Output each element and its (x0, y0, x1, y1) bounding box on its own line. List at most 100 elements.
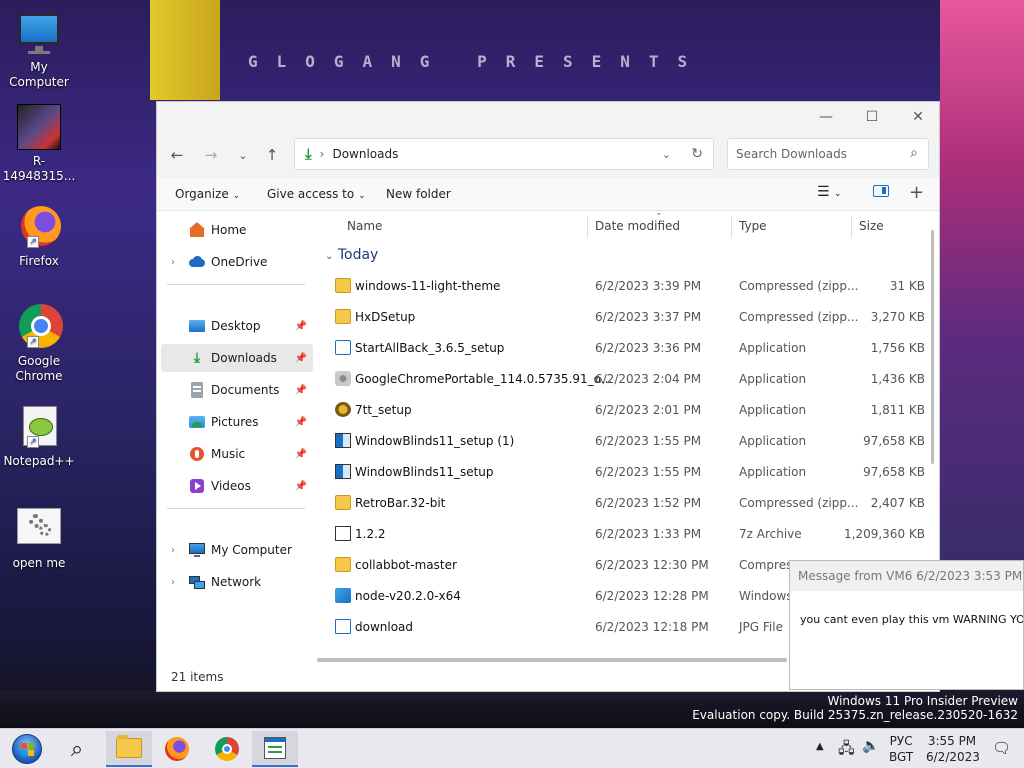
sidebar-item-onedrive[interactable]: › OneDrive (161, 248, 313, 276)
desktop-icon-notepadpp[interactable]: ↗ Notepad++ (0, 404, 78, 469)
search-icon: ⌕ (910, 145, 918, 161)
pin-icon[interactable]: 📌 (295, 353, 307, 364)
taskbar-notepad[interactable] (252, 731, 298, 767)
start-button[interactable] (4, 731, 50, 767)
file-name: download (355, 620, 414, 634)
back-button[interactable]: ← (165, 144, 189, 166)
taskbar-chrome[interactable] (204, 731, 250, 767)
language-indicator[interactable]: РУС BGT (889, 733, 913, 768)
search-input[interactable]: Search Downloads (736, 147, 847, 161)
breadcrumb-downloads[interactable]: Downloads (332, 147, 398, 161)
column-divider[interactable] (731, 216, 732, 238)
file-date: 6/2/2023 3:39 PM (595, 279, 702, 293)
recent-locations-button[interactable]: ⌄ (231, 144, 255, 166)
image-file-icon (335, 619, 351, 634)
maximize-button[interactable]: ☐ (849, 102, 895, 132)
taskbar-file-explorer[interactable] (106, 731, 152, 767)
column-header-name[interactable]: Name (347, 212, 382, 240)
file-row[interactable]: windows-11-light-theme 6/2/2023 3:39 PM Co… (317, 271, 939, 302)
sidebar-item-my-computer[interactable]: › My Computer (161, 536, 313, 564)
desktop-icon-firefox[interactable]: ↗ Firefox (0, 204, 78, 269)
pin-icon[interactable]: 📌 (295, 417, 307, 428)
file-row[interactable]: GoogleChromePortable_114.0.5735.91_o... 6… (317, 364, 939, 395)
clock[interactable]: 3:55 PM 6/2/2023 (926, 733, 980, 768)
file-size: 3,270 KB (870, 310, 925, 324)
more-button[interactable]: + (909, 182, 924, 203)
chrome-icon: ↗ (15, 304, 63, 352)
refresh-icon[interactable]: ↻ (691, 146, 703, 162)
desktop-icon (189, 318, 205, 334)
sidebar-item-home[interactable]: Home (161, 216, 313, 244)
notepad-icon (264, 737, 286, 759)
view-options-button[interactable]: ☰ ⌄ (817, 184, 842, 200)
computer-icon (189, 542, 205, 558)
expand-chevron-icon[interactable]: › (171, 577, 189, 588)
column-header-type[interactable]: Type (739, 212, 767, 240)
zip-folder-icon (335, 557, 351, 572)
message-popup[interactable]: Message from VM6 6/2/2023 3:53 PM you ca… (789, 560, 1024, 690)
plus-icon: + (909, 182, 925, 203)
search-box[interactable]: Search Downloads ⌕ (727, 138, 929, 170)
column-divider[interactable] (587, 216, 588, 238)
file-size: 97,658 KB (863, 434, 925, 448)
pin-icon[interactable]: 📌 (295, 481, 307, 492)
setup-icon (335, 402, 351, 417)
column-header-size[interactable]: Size (859, 212, 884, 240)
network-icon: 🖧 (838, 739, 855, 757)
file-row[interactable]: RetroBar.32-bit 6/2/2023 1:52 PM Compresse… (317, 488, 939, 519)
preview-pane-button[interactable] (873, 185, 889, 200)
address-bar[interactable]: ⤓ › Downloads ⌄ ↻ (294, 138, 714, 170)
sidebar-item-desktop[interactable]: Desktop 📌 (161, 312, 313, 340)
search-taskbar-button[interactable]: ⌕ (54, 731, 100, 767)
minimize-button[interactable]: — (803, 102, 849, 132)
file-date: 6/2/2023 2:04 PM (595, 372, 702, 386)
desktop-icon-album[interactable]: R-14948315... (0, 104, 78, 184)
pin-icon[interactable]: 📌 (295, 385, 307, 396)
horizontal-scrollbar[interactable] (317, 658, 787, 662)
file-row[interactable]: 7tt_setup 6/2/2023 2:01 PM Application 1,81… (317, 395, 939, 426)
desktop-icon-my-computer[interactable]: My Computer (0, 10, 78, 90)
pictures-icon (189, 414, 205, 430)
music-icon (189, 446, 205, 462)
up-button[interactable]: ↑ (260, 144, 284, 166)
file-row[interactable]: StartAllBack_3.6.5_setup 6/2/2023 3:36 PM… (317, 333, 939, 364)
sidebar-item-music[interactable]: Music 📌 (161, 440, 313, 468)
group-header-today[interactable]: ⌄ Today (325, 247, 378, 263)
organize-menu[interactable]: Organize ⌄ (175, 187, 240, 201)
volume-tray-icon[interactable]: 🔈 (862, 738, 879, 768)
file-size: 1,811 KB (870, 403, 925, 417)
monitor-icon (15, 10, 63, 58)
notification-icon: 🗨 (992, 739, 1012, 757)
desktop-icon-chrome[interactable]: ↗ Google Chrome (0, 304, 78, 384)
file-size: 2,407 KB (870, 496, 925, 510)
forward-button[interactable]: → (199, 144, 223, 166)
expand-chevron-icon[interactable]: › (171, 257, 189, 268)
taskbar-firefox[interactable] (154, 731, 200, 767)
sidebar-item-documents[interactable]: Documents 📌 (161, 376, 313, 404)
desktop-icon-open-me[interactable]: open me (0, 506, 78, 571)
sidebar-item-videos[interactable]: Videos 📌 (161, 472, 313, 500)
column-header-date[interactable]: Date modified (595, 212, 680, 240)
chevron-down-icon: ⌄ (834, 189, 842, 199)
give-access-menu[interactable]: Give access to ⌄ (267, 187, 366, 201)
pin-icon[interactable]: 📌 (295, 449, 307, 460)
file-row[interactable]: WindowBlinds11_setup (1) 6/2/2023 1:55 PM… (317, 426, 939, 457)
taskbar: ⌕ ▲ 🖧 🔈 РУС BGT 3:55 PM 6/2/2023 🗨 (0, 728, 1024, 768)
file-row[interactable]: HxDSetup 6/2/2023 3:37 PM Compressed (zipp… (317, 302, 939, 333)
pin-icon[interactable]: 📌 (295, 321, 307, 332)
network-tray-icon[interactable]: 🖧 (838, 738, 855, 768)
vertical-scrollbar[interactable] (931, 230, 934, 464)
close-button[interactable]: ✕ (895, 102, 941, 132)
item-count: 21 items (171, 670, 224, 684)
sidebar-item-downloads[interactable]: ⤓ Downloads 📌 (161, 344, 313, 372)
expand-chevron-icon[interactable]: › (171, 545, 189, 556)
notification-button[interactable]: 🗨 (992, 739, 1011, 768)
show-hidden-icons-button[interactable]: ▲ (816, 741, 824, 768)
new-folder-button[interactable]: New folder (386, 187, 451, 201)
file-row[interactable]: WindowBlinds11_setup 6/2/2023 1:55 PM Appl… (317, 457, 939, 488)
column-divider[interactable] (851, 216, 852, 238)
sidebar-item-pictures[interactable]: Pictures 📌 (161, 408, 313, 436)
address-dropdown-icon[interactable]: ⌄ (662, 148, 671, 161)
sidebar-item-network[interactable]: › Network (161, 568, 313, 596)
file-row[interactable]: 1.2.2 6/2/2023 1:33 PM 7z Archive 1,209,360… (317, 519, 939, 550)
